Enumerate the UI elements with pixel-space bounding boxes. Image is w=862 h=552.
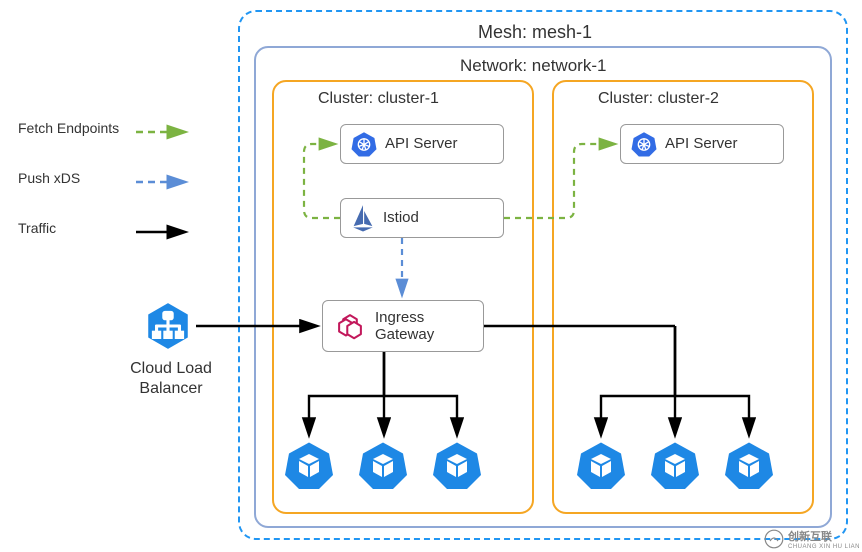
watermark-sub: CHUANG XIN HU LIAN: [788, 544, 860, 550]
watermark-icon: [764, 529, 784, 549]
connectors: [0, 0, 862, 552]
watermark-text: 创新互联: [788, 528, 860, 544]
watermark: 创新互联 CHUANG XIN HU LIAN: [764, 528, 860, 550]
